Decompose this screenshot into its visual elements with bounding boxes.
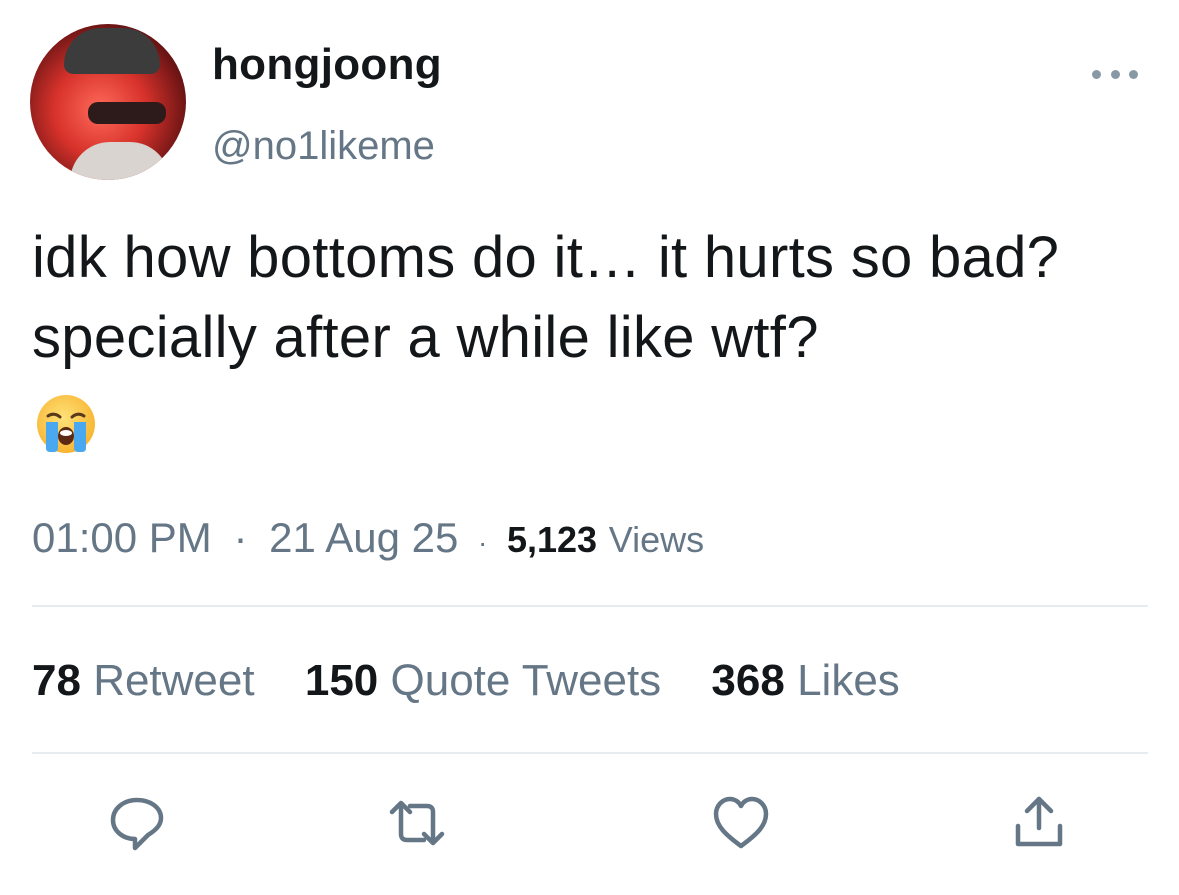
- retweet-icon[interactable]: [384, 790, 450, 856]
- retweets-label[interactable]: Retweet: [93, 656, 254, 705]
- like-heart-icon[interactable]: [708, 790, 774, 856]
- display-name[interactable]: hongjoong: [212, 40, 442, 90]
- avatar-cap: [64, 28, 160, 74]
- user-handle[interactable]: @no1likeme: [212, 124, 435, 169]
- views-count[interactable]: 5,123: [507, 519, 597, 560]
- quotes-label[interactable]: Quote Tweets: [391, 656, 662, 705]
- tweet-time[interactable]: 01:00 PM: [32, 514, 212, 561]
- reply-icon[interactable]: [104, 790, 170, 856]
- views-label[interactable]: Views: [609, 519, 704, 560]
- quotes-count[interactable]: 150: [305, 656, 378, 705]
- divider: [32, 752, 1148, 754]
- meta-separator: ·: [477, 527, 488, 558]
- tweet-meta: 01:00 PM · 21 Aug 25 · 5,123 Views: [32, 514, 704, 562]
- tweet-stats: 78 Retweet 150 Quote Tweets 368 Likes: [32, 656, 900, 706]
- retweets-count[interactable]: 78: [32, 656, 81, 705]
- meta-separator: ·: [233, 514, 248, 561]
- avatar-shirt: [70, 142, 170, 180]
- likes-label[interactable]: Likes: [797, 656, 900, 705]
- dot: [1110, 69, 1120, 79]
- tweet-text: idk how bottoms do it… it hurts so bad? …: [32, 225, 1060, 370]
- likes-count[interactable]: 368: [711, 656, 784, 705]
- action-bar: [0, 790, 1179, 860]
- tweet-date[interactable]: 21 Aug 25: [269, 514, 458, 561]
- avatar[interactable]: [30, 24, 186, 180]
- more-dots-icon[interactable]: [1092, 64, 1138, 84]
- dot: [1129, 69, 1138, 79]
- dot: [1092, 69, 1101, 79]
- share-icon[interactable]: [1006, 790, 1072, 856]
- loudly-crying-face-emoji: [37, 395, 95, 453]
- avatar-sunglasses: [88, 102, 166, 124]
- divider: [32, 605, 1148, 607]
